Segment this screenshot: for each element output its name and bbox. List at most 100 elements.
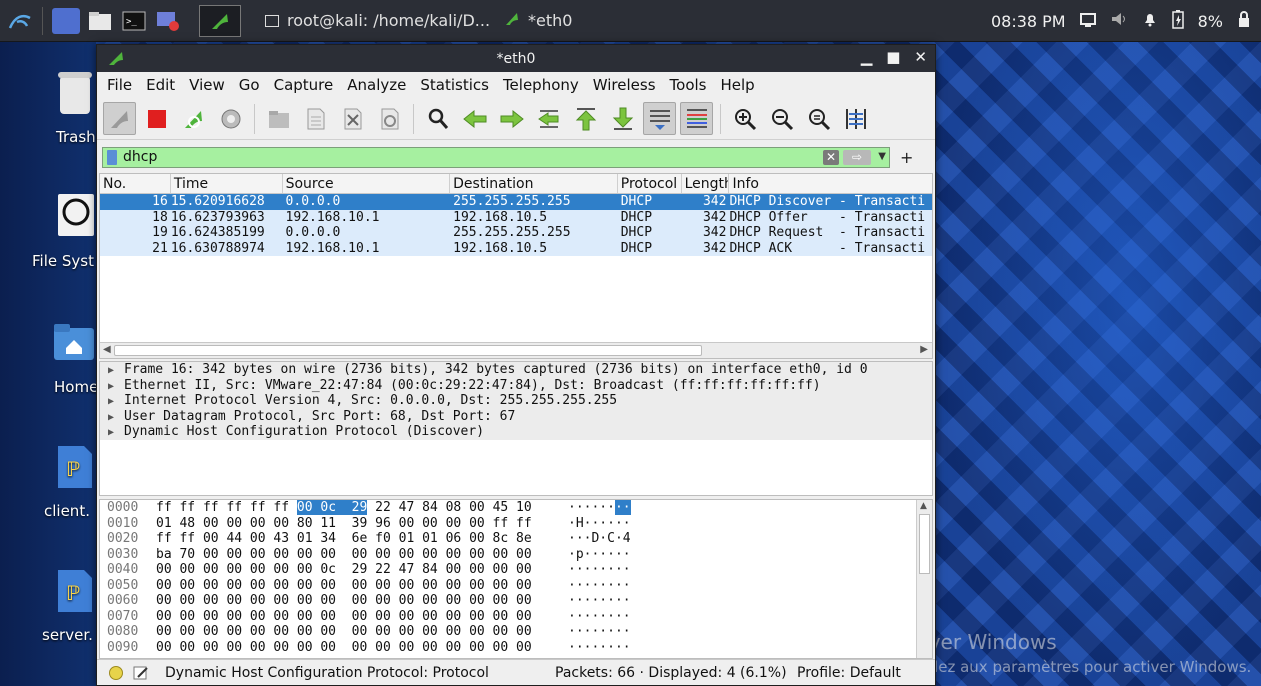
display-filter-field[interactable]: ✕ ⇨ ▼	[102, 146, 890, 168]
menu-file[interactable]: File	[107, 76, 132, 94]
expand-arrow-icon[interactable]: ▶	[108, 394, 124, 410]
scroll-right-icon[interactable]: ▶	[920, 344, 928, 355]
packet-bytes-vscrollbar[interactable]: ▲	[916, 500, 932, 658]
hex-row[interactable]: 0000 ff ff ff ff ff ff 00 0c 29 22 47 84 …	[100, 500, 932, 516]
column-protocol[interactable]: Protocol	[618, 174, 682, 193]
tree-item-ethernet[interactable]: ▶ Ethernet II, Src: VMware_22:47:84 (00:0…	[100, 377, 932, 395]
go-to-packet-button[interactable]	[532, 102, 565, 135]
expand-arrow-icon[interactable]: ▶	[108, 363, 124, 379]
column-source[interactable]: Source	[283, 174, 451, 193]
terminal-window-tab[interactable]: root@kali: /home/kali/D...	[265, 0, 490, 41]
column-no[interactable]: No.	[100, 174, 171, 193]
menu-edit[interactable]: Edit	[146, 76, 175, 94]
add-filter-button[interactable]: +	[900, 148, 913, 167]
terminal-launcher-icon[interactable]: >_	[120, 8, 148, 34]
hex-row[interactable]: 0040 00 00 00 00 00 00 00 0c 29 22 47 84 …	[100, 562, 932, 578]
stop-capture-button[interactable]	[140, 102, 173, 135]
hex-row[interactable]: 0070 00 00 00 00 00 00 00 00 00 00 00 00 …	[100, 609, 932, 625]
hex-row[interactable]: 0020 ff ff 00 44 00 43 01 34 6e f0 01 01 …	[100, 531, 932, 547]
desktop-icon-filesystem[interactable]: File Syst	[32, 192, 96, 270]
apply-filter-icon[interactable]: ⇨	[843, 149, 871, 165]
chevron-down-icon[interactable]: ▼	[878, 151, 886, 162]
tree-item-dhcp[interactable]: ▶ Dynamic Host Configuration Protocol (Di…	[100, 424, 932, 440]
display-filter-input[interactable]	[123, 149, 803, 165]
expand-arrow-icon[interactable]: ▶	[108, 425, 124, 441]
window-titlebar[interactable]: *eth0 ▁ ■ ✕	[97, 45, 935, 72]
expand-arrow-icon[interactable]: ▶	[108, 379, 124, 395]
menu-statistics[interactable]: Statistics	[420, 76, 489, 94]
column-time[interactable]: Time	[171, 174, 283, 193]
hex-row[interactable]: 0060 00 00 00 00 00 00 00 00 00 00 00 00 …	[100, 593, 932, 609]
column-info[interactable]: Info	[729, 174, 932, 193]
packet-list-hscrollbar[interactable]: ◀ ▶	[100, 342, 932, 358]
volume-icon[interactable]	[1110, 11, 1128, 31]
wireshark-window-tab[interactable]: *eth0	[504, 0, 572, 41]
close-file-button[interactable]	[336, 102, 369, 135]
open-file-button[interactable]	[262, 102, 295, 135]
menu-capture[interactable]: Capture	[274, 76, 334, 94]
start-capture-button[interactable]	[103, 102, 136, 135]
menu-wireless[interactable]: Wireless	[593, 76, 656, 94]
reload-file-button[interactable]	[373, 102, 406, 135]
menu-telephony[interactable]: Telephony	[503, 76, 579, 94]
first-packet-button[interactable]	[569, 102, 602, 135]
last-packet-button[interactable]	[606, 102, 639, 135]
colorize-button[interactable]	[680, 102, 713, 135]
bookmark-icon[interactable]	[107, 149, 117, 165]
menu-help[interactable]: Help	[720, 76, 754, 94]
scrollbar-thumb[interactable]	[919, 514, 930, 574]
menu-go[interactable]: Go	[239, 76, 260, 94]
scrollbar-thumb[interactable]	[114, 345, 702, 356]
column-length[interactable]: Length	[682, 174, 730, 193]
desktop-icon-client[interactable]: ℙ client.	[44, 444, 94, 520]
file-manager-icon[interactable]	[86, 8, 114, 34]
hex-row[interactable]: 0050 00 00 00 00 00 00 00 00 00 00 00 00 …	[100, 578, 932, 594]
autoscroll-button[interactable]	[643, 102, 676, 135]
maximize-icon[interactable]: ■	[886, 48, 900, 66]
scroll-left-icon[interactable]: ◀	[103, 344, 111, 355]
table-row[interactable]: 16 15.620916628 0.0.0.0 255.255.255.255 …	[100, 194, 932, 210]
go-forward-button[interactable]	[495, 102, 528, 135]
restart-capture-button[interactable]	[177, 102, 210, 135]
menu-view[interactable]: View	[189, 76, 225, 94]
desktop-icon-home[interactable]: Home	[52, 322, 98, 396]
screen-recorder-icon[interactable]	[154, 8, 182, 34]
scroll-up-icon[interactable]: ▲	[920, 501, 927, 511]
menu-analyze[interactable]: Analyze	[347, 76, 406, 94]
battery-icon[interactable]	[1171, 9, 1184, 33]
display-icon[interactable]	[1079, 12, 1096, 31]
resize-columns-button[interactable]	[839, 102, 872, 135]
save-file-button[interactable]	[299, 102, 332, 135]
expert-info-icon[interactable]	[109, 665, 123, 680]
zoom-out-button[interactable]	[765, 102, 798, 135]
hex-row[interactable]: 0030 ba 70 00 00 00 00 00 00 00 00 00 00 …	[100, 547, 932, 563]
hex-row[interactable]: 0090 00 00 00 00 00 00 00 00 00 00 00 00 …	[100, 640, 932, 656]
tree-item-udp[interactable]: ▶ User Datagram Protocol, Src Port: 68, D…	[100, 408, 932, 426]
tree-item-frame[interactable]: ▶ Frame 16: 342 bytes on wire (2736 bits)…	[100, 362, 932, 378]
table-row[interactable]: 21 16.630788974 192.168.10.1 192.168.10.…	[100, 240, 932, 256]
desktop-icon-trash[interactable]: Trash	[56, 70, 96, 146]
table-row[interactable]: 19 16.624385199 0.0.0.0 255.255.255.255 …	[100, 225, 932, 241]
zoom-in-button[interactable]	[728, 102, 761, 135]
column-destination[interactable]: Destination	[450, 174, 618, 193]
find-packet-button[interactable]	[421, 102, 454, 135]
capture-options-button[interactable]	[214, 102, 247, 135]
table-row[interactable]: 18 16.623793963 192.168.10.1 192.168.10.…	[100, 209, 932, 225]
normal-size-button[interactable]	[802, 102, 835, 135]
hex-row[interactable]: 0010 01 48 00 00 00 00 80 11 39 96 00 00 …	[100, 516, 932, 532]
wireshark-taskbar-icon[interactable]	[199, 4, 241, 37]
tree-item-ip[interactable]: ▶ Internet Protocol Version 4, Src: 0.0.0…	[100, 393, 932, 409]
kali-menu-icon[interactable]	[4, 5, 36, 37]
notification-bell-icon[interactable]	[1142, 11, 1158, 31]
desktop-icon-server[interactable]: ℙ server.	[42, 568, 94, 644]
hex-row[interactable]: 0080 00 00 00 00 00 00 00 00 00 00 00 00 …	[100, 624, 932, 640]
expand-arrow-icon[interactable]: ▶	[108, 410, 124, 426]
go-back-button[interactable]	[458, 102, 491, 135]
menu-tools[interactable]: Tools	[670, 76, 707, 94]
lock-icon[interactable]	[1237, 10, 1251, 32]
capture-comment-icon[interactable]	[133, 666, 149, 680]
clock[interactable]: 08:38 PM	[991, 12, 1066, 31]
status-profile-text[interactable]: Profile: Default	[797, 665, 901, 681]
workspace-icon[interactable]	[52, 7, 80, 34]
minimize-icon[interactable]: ▁	[861, 48, 873, 66]
